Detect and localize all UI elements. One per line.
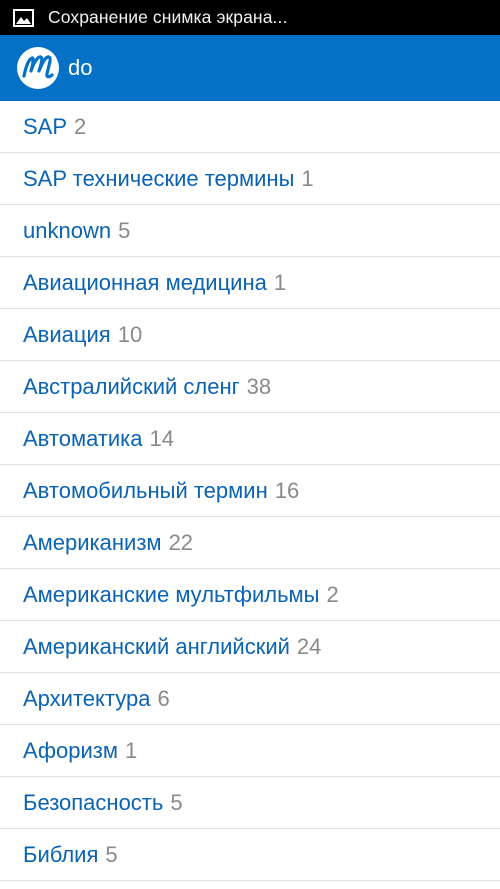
item-label: Автоматика <box>23 425 143 451</box>
item-label: Американизм <box>23 529 162 555</box>
item-count: 1 <box>125 737 138 763</box>
list-item[interactable]: Американские мультфильмы 2 <box>0 569 500 621</box>
status-bar: Сохранение снимка экрана... <box>0 0 500 35</box>
item-label: Американский английский <box>23 633 290 659</box>
action-bar: do <box>0 35 500 101</box>
list-item[interactable]: Архитектура 6 <box>0 673 500 725</box>
app-logo-icon[interactable] <box>14 44 62 92</box>
list-item[interactable]: Библия 5 <box>0 829 500 881</box>
item-label: Архитектура <box>23 685 151 711</box>
item-count: 24 <box>296 633 322 659</box>
item-count: 38 <box>246 373 272 399</box>
list-item[interactable]: Австралийский сленг 38 <box>0 361 500 413</box>
item-count: 6 <box>157 685 170 711</box>
item-count: 16 <box>274 477 300 503</box>
action-bar-title: do <box>68 55 93 80</box>
item-label: Безопасность <box>23 789 164 815</box>
list-item[interactable]: Автомобильный термин 16 <box>0 465 500 517</box>
item-count: 1 <box>273 269 287 295</box>
list-item[interactable]: unknown 5 <box>0 205 500 257</box>
item-label: Австралийский сленг <box>23 373 240 399</box>
image-icon <box>13 8 34 27</box>
item-count: 14 <box>149 425 175 451</box>
list-item[interactable]: Автоматика 14 <box>0 413 500 465</box>
list-item[interactable]: Американизм 22 <box>0 517 500 569</box>
item-label: SAP <box>23 113 68 139</box>
list-item[interactable]: Американский английский 24 <box>0 621 500 673</box>
item-label: unknown <box>23 217 112 243</box>
item-label: Авиация <box>23 321 111 347</box>
item-label: SAP технические термины <box>23 165 295 191</box>
item-label: Американские мультфильмы <box>23 581 320 607</box>
item-count: 10 <box>117 321 143 347</box>
item-label: Библия <box>23 841 99 867</box>
list-item[interactable]: SAP технические термины 1 <box>0 153 500 205</box>
notification-text: Сохранение снимка экрана... <box>48 7 288 27</box>
item-count: 5 <box>170 789 183 815</box>
list-item[interactable]: Афоризм 1 <box>0 725 500 777</box>
item-count: 5 <box>118 217 131 243</box>
list-item[interactable]: SAP 2 <box>0 101 500 153</box>
item-label: Авиационная медицина <box>23 269 267 295</box>
list-item[interactable]: Безопасность 5 <box>0 777 500 829</box>
list-item[interactable]: Авиация 10 <box>0 309 500 361</box>
item-count: 1 <box>301 165 314 191</box>
list-item[interactable]: Авиационная медицина 1 <box>0 257 500 309</box>
item-count: 22 <box>168 529 194 555</box>
item-label: Афоризм <box>23 737 118 763</box>
item-count: 5 <box>105 841 118 867</box>
item-count: 2 <box>326 581 339 607</box>
subject-list: SAP 2 SAP технические термины 1 unknown … <box>0 101 500 881</box>
item-label: Автомобильный термин <box>23 477 268 503</box>
item-count: 2 <box>74 113 87 139</box>
